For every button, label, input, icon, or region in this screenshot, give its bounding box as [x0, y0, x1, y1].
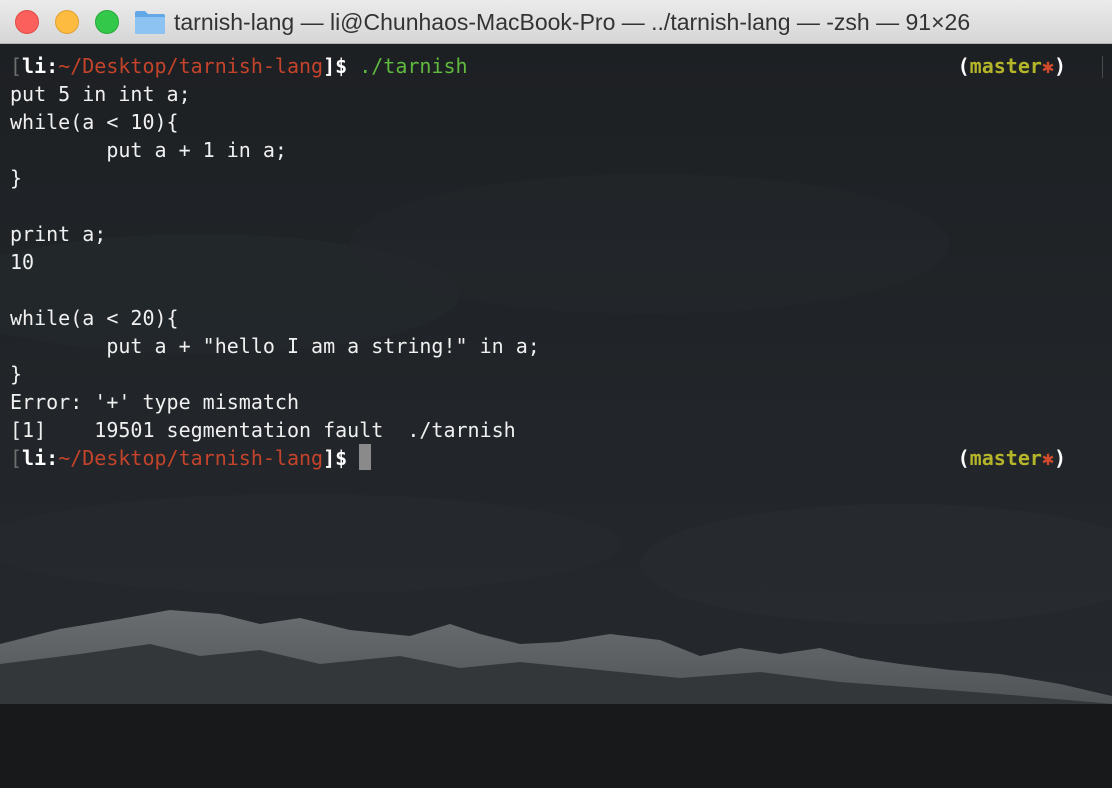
git-close-paren: ) [1053, 446, 1066, 470]
terminal-window: tarnish-lang — li@Chunhaos-MacBook-Pro —… [0, 0, 1112, 788]
output-line: Error: '+' type mismatch [10, 390, 299, 414]
prompt-path: ~/Desktop/tarnish-lang [58, 54, 324, 78]
prompt-colon: : [46, 446, 59, 470]
git-branch: master [969, 446, 1042, 470]
prompt-user: li [22, 446, 47, 470]
git-dirty-icon: ✱ [1041, 54, 1054, 78]
terminal-lines: [li:~/Desktop/tarnish-lang]$ ./tarnish (m… [10, 52, 1102, 472]
prompt-line: [li:~/Desktop/tarnish-lang]$ (master✱) [10, 444, 1102, 472]
window-title-group: tarnish-lang — li@Chunhaos-MacBook-Pro —… [134, 0, 970, 44]
output-line: [1] 19501 segmentation fault ./tarnish [10, 418, 516, 442]
close-button[interactable] [15, 10, 39, 34]
git-open-paren: ( [957, 446, 970, 470]
output-line: 10 [10, 250, 35, 274]
git-open-paren: ( [957, 54, 970, 78]
command-text: ./tarnish [347, 54, 468, 78]
scrollbar[interactable] [1102, 56, 1106, 78]
git-status: (master✱) [958, 444, 1066, 472]
git-status: (master✱) [958, 52, 1066, 80]
output-line: put a + "hello I am a string!" in a; [10, 334, 540, 358]
git-dirty-icon: ✱ [1041, 446, 1054, 470]
output-line: put a + 1 in a; [10, 138, 287, 162]
output-line: print a; [10, 222, 107, 246]
title-bar[interactable]: tarnish-lang — li@Chunhaos-MacBook-Pro —… [0, 0, 1112, 44]
prompt-close: ]$ [323, 54, 348, 78]
prompt-open-bracket: [ [10, 446, 23, 470]
zoom-button[interactable] [95, 10, 119, 34]
git-branch: master [969, 54, 1042, 78]
prompt-path: ~/Desktop/tarnish-lang [58, 446, 324, 470]
output-line: while(a < 20){ [10, 306, 179, 330]
prompt-line: [li:~/Desktop/tarnish-lang]$ ./tarnish (m… [10, 52, 1102, 80]
prompt-open-bracket: [ [10, 54, 23, 78]
output-line: } [10, 362, 23, 386]
text-cursor[interactable] [359, 444, 372, 470]
minimize-button[interactable] [55, 10, 79, 34]
prompt-close: ]$ [323, 446, 348, 470]
folder-icon [135, 11, 165, 34]
window-title: tarnish-lang — li@Chunhaos-MacBook-Pro —… [174, 8, 971, 35]
prompt-colon: : [46, 54, 59, 78]
prompt-user: li [22, 54, 47, 78]
output-line: put 5 in int a; [10, 82, 191, 106]
terminal-content[interactable]: [li:~/Desktop/tarnish-lang]$ ./tarnish (m… [0, 44, 1112, 788]
output-line: while(a < 10){ [10, 110, 179, 134]
git-close-paren: ) [1053, 54, 1066, 78]
output-line: } [10, 166, 23, 190]
